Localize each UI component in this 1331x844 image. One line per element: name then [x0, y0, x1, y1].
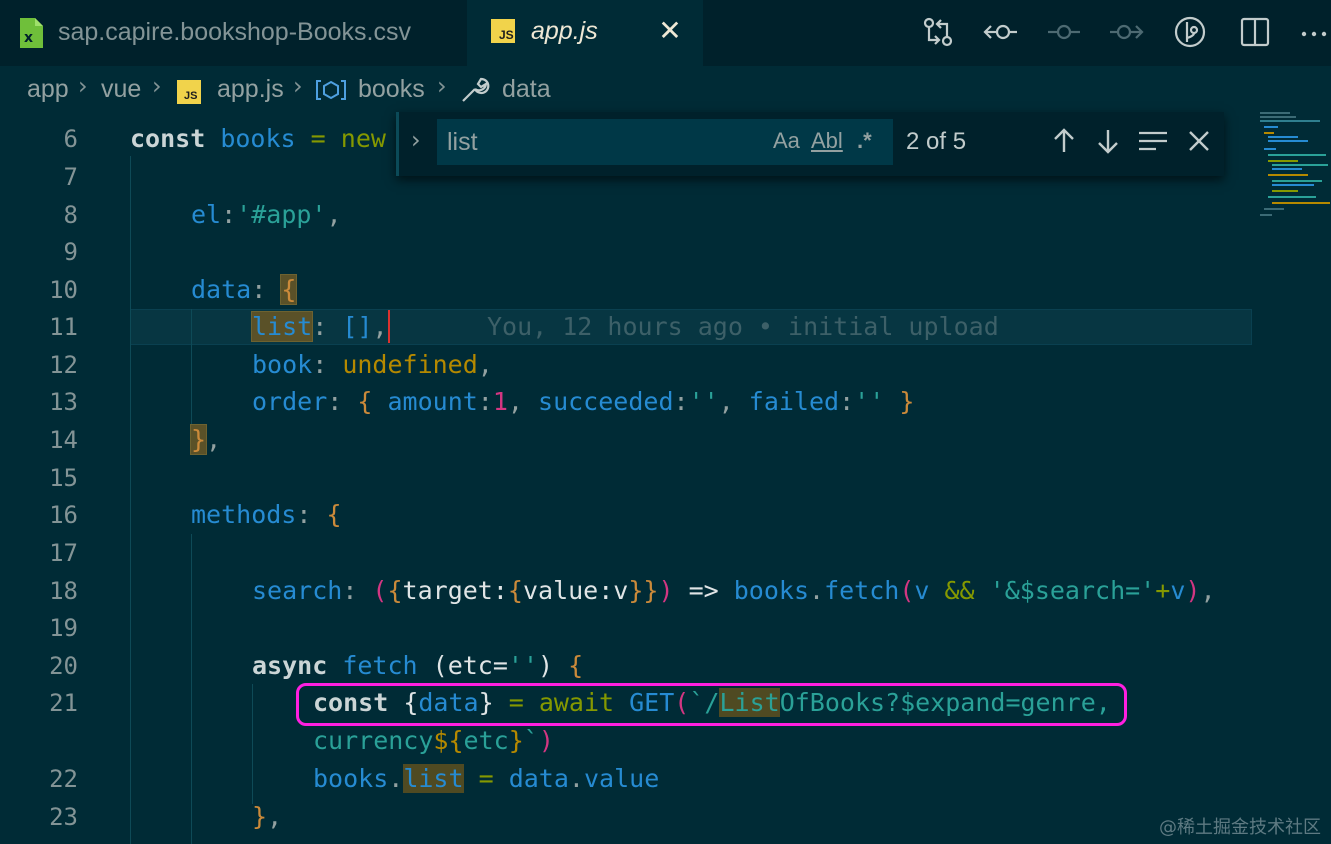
code-line-6: const books = new	[130, 124, 386, 153]
line-number: 11	[49, 313, 78, 341]
find-in-selection-icon[interactable]	[1136, 124, 1170, 158]
code-line-16: methods: {	[191, 500, 342, 529]
line-number: 7	[63, 163, 78, 191]
chevron-right-icon: ›	[437, 72, 447, 100]
line-number: 16	[49, 501, 78, 529]
chevron-right-icon: ›	[152, 72, 162, 100]
line-number: 20	[49, 652, 78, 680]
whole-word-toggle[interactable]: Abl	[811, 128, 843, 154]
split-editor-icon[interactable]	[1237, 14, 1273, 50]
line-number: 21	[49, 689, 78, 717]
tab-bar: x sap.capire.bookshop-Books.csv JS app.j…	[0, 0, 1331, 66]
breadcrumb-item-app[interactable]: app	[27, 75, 69, 104]
line-number: 9	[63, 238, 78, 266]
code-line-11: list: [],	[250, 311, 388, 342]
chevron-right-icon: ›	[293, 72, 303, 100]
line-number: 13	[49, 388, 78, 416]
match-count: 2 of 5	[906, 128, 967, 155]
breadcrumb: app › vue › JS app.js › books › data	[0, 66, 1331, 114]
git-graph-icon[interactable]	[1172, 14, 1208, 50]
go-forward-icon	[1110, 24, 1144, 40]
code-line-10: data: {	[191, 274, 298, 305]
symbol-variable-icon	[316, 80, 346, 100]
indent-guide	[252, 684, 253, 804]
chevron-right-icon: ›	[78, 72, 88, 100]
text-cursor	[388, 310, 390, 343]
more-actions-icon[interactable]	[1298, 14, 1331, 50]
code-line-12: book: undefined,	[252, 350, 493, 379]
line-number: 22	[49, 765, 78, 793]
find-input-box: Aa Abl .*	[437, 119, 893, 165]
tab-label: app.js	[531, 17, 598, 45]
go-back-icon[interactable]	[983, 14, 1019, 50]
code-line-23: },	[252, 802, 283, 831]
git-compare-icon[interactable]	[920, 14, 956, 50]
js-file-icon: JS	[177, 80, 201, 104]
line-number: 8	[63, 201, 78, 229]
indent-guide	[191, 534, 192, 844]
code-line-22: books.list = data.value	[313, 764, 660, 793]
find-input[interactable]	[437, 119, 757, 165]
toggle-replace-chevron-icon[interactable]: ›	[411, 126, 421, 154]
breadcrumb-item-data[interactable]: data	[502, 75, 551, 104]
wrench-icon	[462, 77, 490, 102]
close-icon[interactable]	[1182, 124, 1216, 158]
line-number: 17	[49, 539, 78, 567]
tab-label: sap.capire.bookshop-Books.csv	[58, 18, 411, 46]
watermark: @稀土掘金技术社区	[1159, 817, 1321, 838]
close-icon[interactable]: ✕	[655, 16, 685, 46]
line-number: 10	[49, 276, 78, 304]
find-widget: › Aa Abl .* 2 of 5	[396, 112, 1224, 176]
line-number: 18	[49, 577, 78, 605]
breadcrumb-item-app-js[interactable]: app.js	[217, 75, 284, 104]
code-line-14: },	[189, 424, 222, 455]
breadcrumb-item-books[interactable]: books	[358, 75, 425, 104]
code-line-8: el:'#app',	[191, 200, 342, 229]
tab-books-csv[interactable]: x sap.capire.bookshop-Books.csv	[0, 0, 467, 66]
match-case-toggle[interactable]: Aa	[773, 128, 800, 154]
svg-text:x: x	[24, 30, 33, 46]
arrow-up-icon[interactable]	[1047, 124, 1081, 158]
line-number: 23	[49, 803, 78, 831]
breadcrumb-item-vue[interactable]: vue	[101, 75, 141, 104]
line-number: 15	[49, 464, 78, 492]
code-line-21-wrapped: currency${etc}`)	[313, 726, 554, 755]
minimap[interactable]	[1258, 112, 1331, 222]
js-file-icon: JS	[491, 19, 515, 43]
indent-guide	[130, 156, 131, 844]
csv-file-icon: x	[20, 18, 43, 48]
line-number: 6	[63, 125, 78, 153]
regex-toggle[interactable]: .*	[857, 128, 872, 154]
line-number: 12	[49, 351, 78, 379]
code-editor[interactable]: 6 7 8 9 10 11 12 13 14 15 16 17 18 19 20…	[0, 114, 1331, 844]
timeline-icon	[1048, 24, 1080, 40]
code-line-13: order: { amount:1, succeeded:'', failed:…	[252, 387, 915, 416]
code-line-18: search: ({target:{value:v}}) => books.fe…	[252, 576, 1216, 605]
code-line-20: async fetch (etc='') {	[252, 651, 584, 680]
git-blame-annotation: You, 12 hours ago • initial upload	[487, 312, 999, 341]
line-number: 14	[49, 426, 78, 454]
arrow-down-icon[interactable]	[1091, 124, 1125, 158]
line-number: 19	[49, 614, 78, 642]
annotation-highlight-box	[296, 683, 1127, 726]
tab-app-js[interactable]: JS app.js ✕	[467, 0, 703, 66]
